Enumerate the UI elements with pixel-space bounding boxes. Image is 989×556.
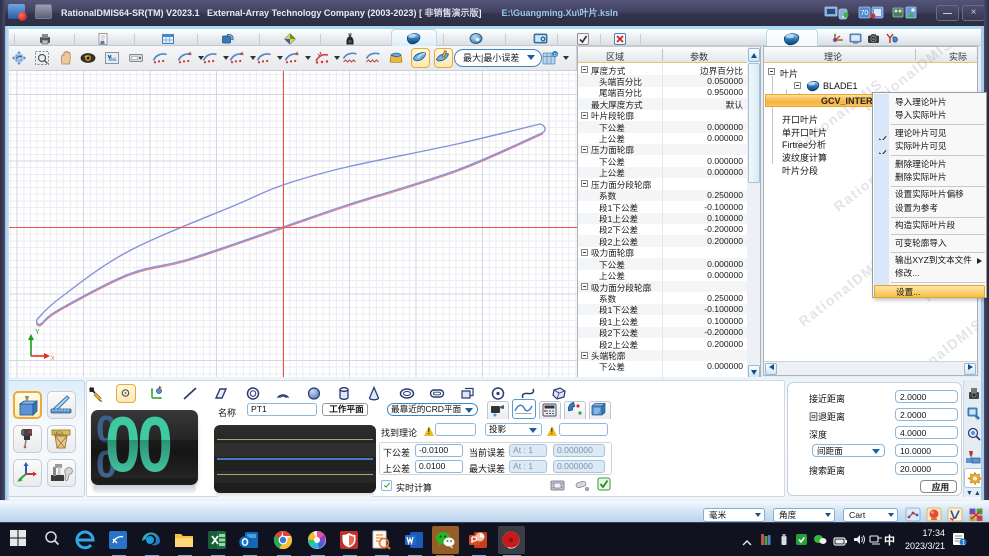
svg-text:Y: Y bbox=[35, 329, 40, 336]
svg-text:70: 70 bbox=[861, 10, 869, 17]
svg-text:x: x bbox=[51, 355, 55, 362]
svg-text:UCA: UCA bbox=[54, 431, 64, 436]
svg-text:1: 1 bbox=[962, 539, 966, 546]
